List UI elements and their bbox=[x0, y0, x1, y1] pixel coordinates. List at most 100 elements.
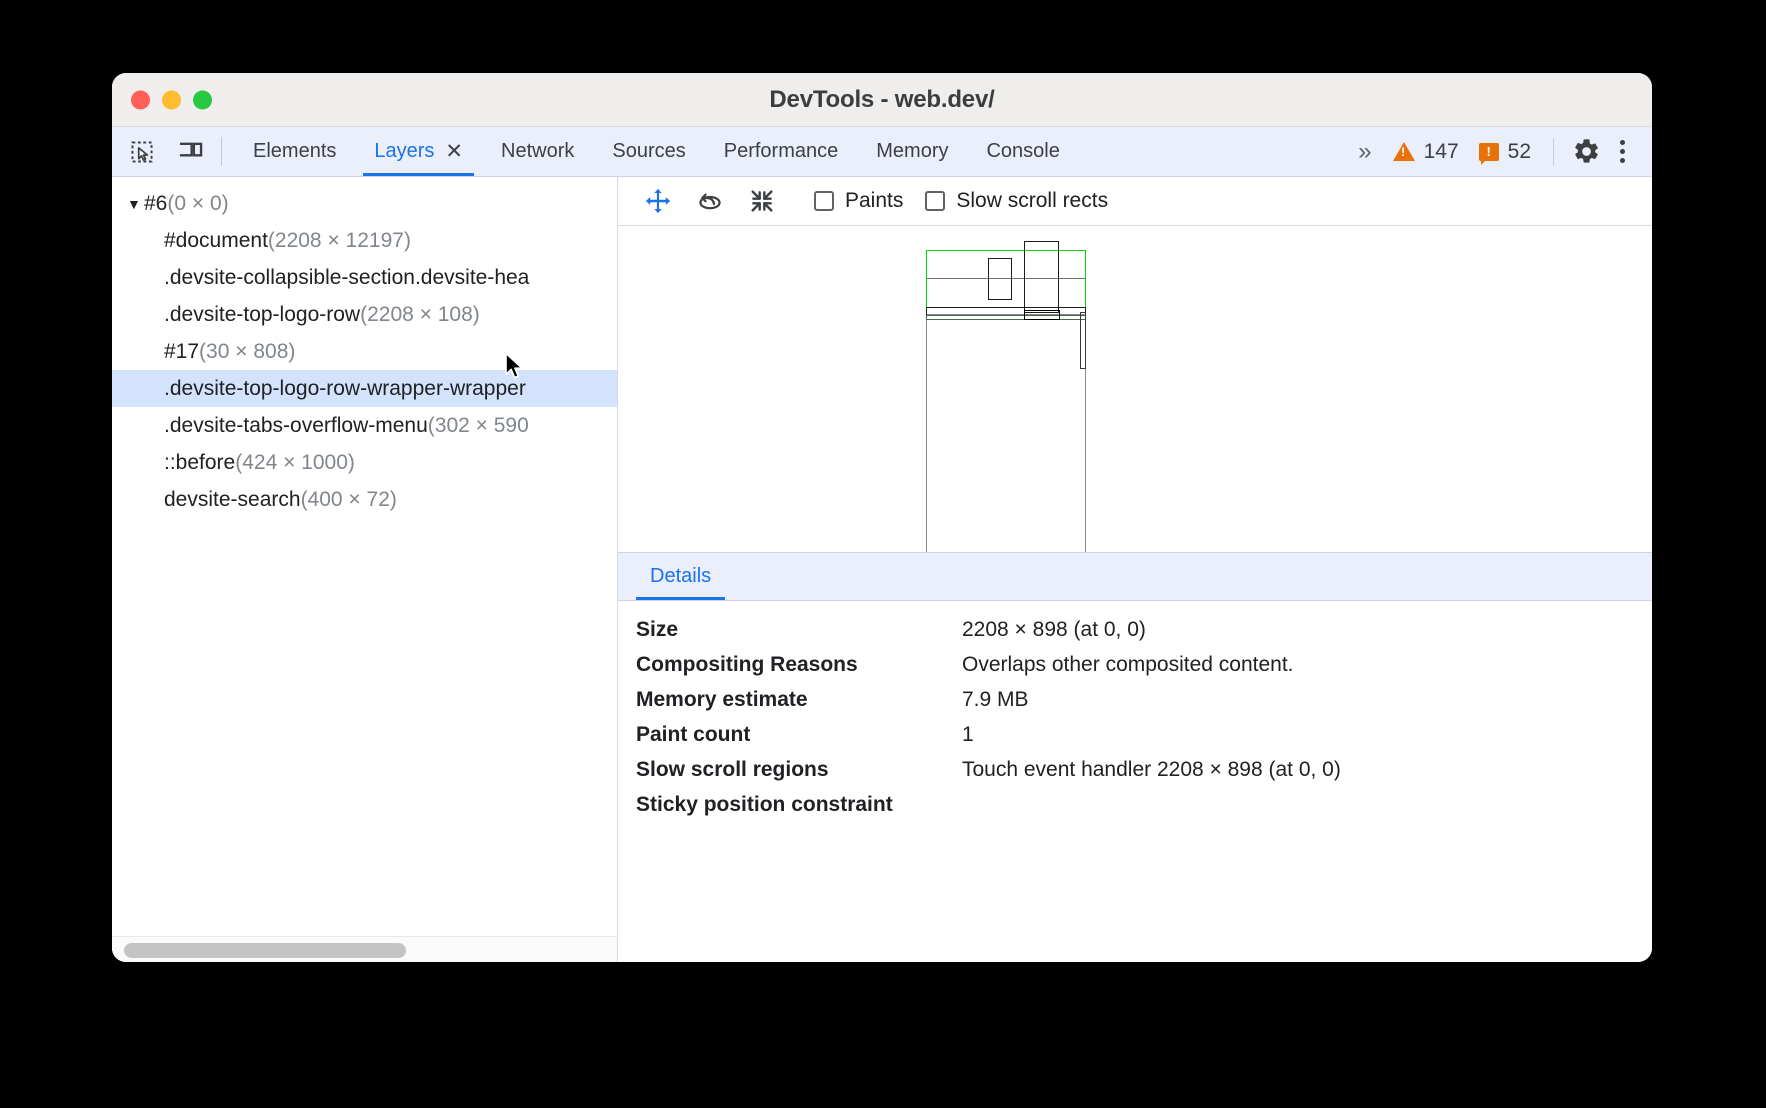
layer-name: .devsite-collapsible-section.devsite-hea bbox=[164, 266, 529, 290]
error-count: 52 bbox=[1508, 140, 1531, 164]
tab-network[interactable]: Network bbox=[482, 127, 593, 176]
layer-tree-row-top-logo-row-wrapper-wrapper[interactable]: .devsite-top-logo-row-wrapper-wrapper bbox=[112, 370, 617, 407]
chevron-down-icon[interactable]: ▼ bbox=[127, 197, 143, 211]
detail-label: Paint count bbox=[636, 723, 962, 747]
minimize-window-button[interactable] bbox=[162, 90, 181, 109]
layer-tree-row-devsite-search[interactable]: devsite-search (400 × 72) bbox=[112, 481, 617, 518]
tab-details[interactable]: Details bbox=[636, 553, 725, 600]
layer-name: devsite-search bbox=[164, 488, 301, 512]
layer-tree-row-top-logo-row[interactable]: .devsite-top-logo-row (2208 × 108) bbox=[112, 296, 617, 333]
maximize-window-button[interactable] bbox=[193, 90, 212, 109]
layer-tree-panel[interactable]: ▼ #6 (0 × 0) #document (2208 × 12197) .d… bbox=[112, 177, 618, 962]
rotate-mode-icon[interactable] bbox=[688, 183, 732, 219]
layer-name: ::before bbox=[164, 451, 235, 475]
layer-size: (2208 × 12197) bbox=[268, 229, 411, 253]
detail-row-compositing-reasons: Compositing Reasons Overlaps other compo… bbox=[636, 653, 1652, 688]
layer-rect-devsite-search[interactable] bbox=[988, 258, 1012, 300]
layer-tree-horizontal-scrollbar[interactable] bbox=[112, 936, 617, 962]
detail-label: Sticky position constraint bbox=[636, 793, 962, 817]
toolbar-right-group: » 147 52 bbox=[1344, 127, 1652, 176]
tab-memory[interactable]: Memory bbox=[857, 127, 967, 176]
warning-counter[interactable]: 147 bbox=[1383, 140, 1469, 164]
close-icon[interactable]: ✕ bbox=[445, 141, 463, 162]
detail-label: Size bbox=[636, 618, 962, 642]
devtools-body: ▼ #6 (0 × 0) #document (2208 × 12197) .d… bbox=[112, 177, 1652, 962]
layer-rect-17[interactable] bbox=[1080, 312, 1086, 369]
layer-tree-row-17[interactable]: #17 (30 × 808) bbox=[112, 333, 617, 370]
layer-size: (2208 × 108) bbox=[360, 303, 480, 327]
layers-main-pane: Paints Slow scroll rects bbox=[618, 177, 1652, 962]
tab-elements-label: Elements bbox=[253, 140, 336, 163]
scrollbar-thumb[interactable] bbox=[124, 943, 406, 958]
tab-console[interactable]: Console bbox=[967, 127, 1078, 176]
warning-icon bbox=[1393, 142, 1415, 161]
layer-size: (30 × 808) bbox=[199, 340, 295, 364]
paints-checkbox[interactable]: Paints bbox=[814, 189, 903, 213]
detail-label: Compositing Reasons bbox=[636, 653, 962, 677]
panel-tabs: Elements Layers ✕ Network Sources Perfor… bbox=[234, 127, 1079, 176]
layer-tree-list: ▼ #6 (0 × 0) #document (2208 × 12197) .d… bbox=[112, 177, 617, 518]
detail-row-sticky-position-constraint: Sticky position constraint bbox=[636, 793, 1652, 828]
detail-row-paint-count: Paint count 1 bbox=[636, 723, 1652, 758]
pan-mode-icon[interactable] bbox=[636, 183, 680, 219]
devtools-tabbar: Elements Layers ✕ Network Sources Perfor… bbox=[112, 127, 1652, 177]
layer-tree-row-root[interactable]: ▼ #6 (0 × 0) bbox=[112, 185, 617, 222]
tab-sources[interactable]: Sources bbox=[593, 127, 704, 176]
details-tabstrip: Details bbox=[618, 552, 1652, 601]
gear-icon[interactable] bbox=[1568, 134, 1604, 170]
window-controls[interactable] bbox=[131, 90, 212, 109]
layer-rect-band-bottom bbox=[926, 315, 1086, 320]
devtools-window: DevTools - web.dev/ bbox=[112, 73, 1652, 962]
layer-name: #6 bbox=[144, 192, 167, 216]
paints-checkbox-box[interactable] bbox=[814, 191, 834, 211]
tab-performance-label: Performance bbox=[724, 140, 839, 163]
devtools-tool-icons bbox=[112, 127, 207, 176]
layer-size: (400 × 72) bbox=[301, 488, 397, 512]
tab-details-label: Details bbox=[650, 565, 711, 588]
detail-value: Touch event handler 2208 × 898 (at 0, 0) bbox=[962, 758, 1341, 782]
layer-name: #document bbox=[164, 229, 268, 253]
layer-rect-tabs-overflow-menu[interactable] bbox=[1024, 241, 1059, 313]
close-window-button[interactable] bbox=[131, 90, 150, 109]
kebab-dots bbox=[1610, 140, 1634, 163]
inspect-element-icon[interactable] bbox=[125, 135, 159, 169]
error-counter[interactable]: 52 bbox=[1469, 140, 1541, 164]
slow-scroll-rects-checkbox-box[interactable] bbox=[925, 191, 945, 211]
warning-count: 147 bbox=[1424, 140, 1459, 164]
detail-label: Memory estimate bbox=[636, 688, 962, 712]
slow-scroll-rects-checkbox[interactable]: Slow scroll rects bbox=[925, 189, 1108, 213]
toolbar-divider-right bbox=[1553, 138, 1554, 166]
slow-scroll-rects-checkbox-label: Slow scroll rects bbox=[956, 189, 1108, 213]
layer-rect-document[interactable] bbox=[926, 314, 1086, 552]
tab-layers[interactable]: Layers ✕ bbox=[355, 127, 482, 176]
layers-3d-view[interactable] bbox=[618, 226, 1652, 552]
detail-value: 2208 × 898 (at 0, 0) bbox=[962, 618, 1146, 642]
tab-memory-label: Memory bbox=[876, 140, 948, 163]
layer-size: (0 × 0) bbox=[167, 192, 228, 216]
error-icon bbox=[1479, 143, 1499, 161]
window-titlebar: DevTools - web.dev/ bbox=[112, 73, 1652, 127]
kebab-menu-icon[interactable] bbox=[1604, 134, 1640, 170]
details-panel: Size 2208 × 898 (at 0, 0) Compositing Re… bbox=[618, 601, 1652, 962]
tab-sources-label: Sources bbox=[612, 140, 685, 163]
tab-console-label: Console bbox=[986, 140, 1059, 163]
layer-tree-row-before[interactable]: ::before (424 × 1000) bbox=[112, 444, 617, 481]
layer-tree-row-tabs-overflow-menu[interactable]: .devsite-tabs-overflow-menu (302 × 590 bbox=[112, 407, 617, 444]
detail-value: Overlaps other composited content. bbox=[962, 653, 1294, 677]
tab-network-label: Network bbox=[501, 140, 574, 163]
layer-name: .devsite-tabs-overflow-menu bbox=[164, 414, 428, 438]
screenshot-root: DevTools - web.dev/ bbox=[0, 0, 1766, 1108]
device-toolbar-icon[interactable] bbox=[173, 135, 207, 169]
layer-name: .devsite-top-logo-row-wrapper-wrapper bbox=[164, 377, 526, 401]
window-title: DevTools - web.dev/ bbox=[112, 86, 1652, 114]
layer-size: (424 × 1000) bbox=[235, 451, 355, 475]
detail-row-slow-scroll-regions: Slow scroll regions Touch event handler … bbox=[636, 758, 1652, 793]
more-tabs-icon[interactable]: » bbox=[1344, 138, 1382, 166]
layer-tree-row-collapsible-section[interactable]: .devsite-collapsible-section.devsite-hea bbox=[112, 259, 617, 296]
paints-checkbox-label: Paints bbox=[845, 189, 903, 213]
detail-value: 1 bbox=[962, 723, 974, 747]
reset-view-icon[interactable] bbox=[740, 183, 784, 219]
tab-elements[interactable]: Elements bbox=[234, 127, 355, 176]
layer-tree-row-document[interactable]: #document (2208 × 12197) bbox=[112, 222, 617, 259]
tab-performance[interactable]: Performance bbox=[705, 127, 858, 176]
